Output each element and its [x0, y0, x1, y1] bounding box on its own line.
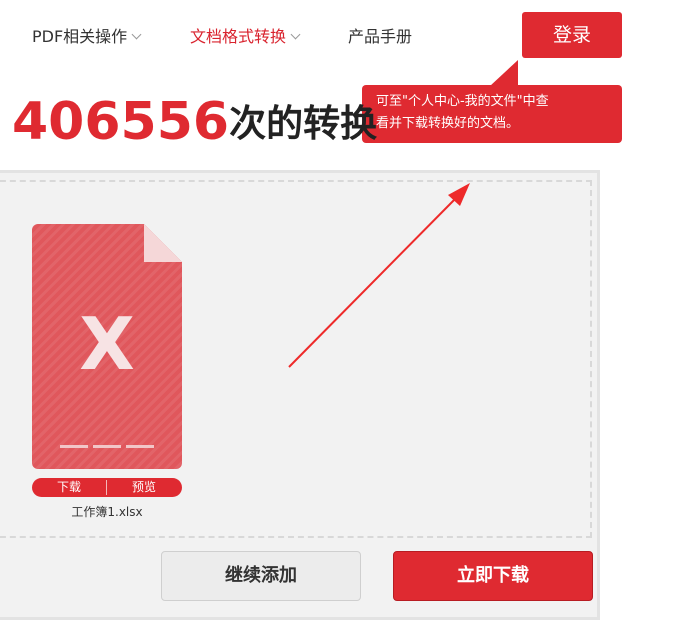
file-name: 工作簿1.xlsx	[71, 505, 143, 519]
nav-item-label: PDF相关操作	[32, 27, 128, 46]
file-dash	[93, 445, 121, 448]
nav-item-label: 产品手册	[348, 27, 413, 46]
conversion-count-suffix: 次的转换	[229, 102, 378, 145]
login-button[interactable]: 登录	[522, 12, 622, 58]
file-download-button[interactable]: 下载	[32, 478, 106, 497]
page-title: 406556次的转换	[12, 92, 377, 164]
chevron-down-icon	[290, 29, 301, 40]
file-corner-fold	[144, 224, 182, 262]
tooltip-line: 可至"个人中心-我的文件"中查	[376, 94, 549, 109]
tooltip-message: 可至"个人中心-我的文件"中查 看并下载转换好的文档。	[362, 85, 622, 143]
conversion-count: 406556	[12, 92, 230, 152]
nav-item-label: 文档格式转换	[190, 27, 287, 46]
file-preview-button[interactable]: 预览	[107, 478, 181, 497]
download-now-button[interactable]: 立即下载	[393, 551, 593, 601]
file-card: X	[32, 224, 182, 469]
nav-item-pdf-operations[interactable]: PDF相关操作	[32, 27, 142, 47]
file-type-letter: X	[79, 302, 135, 386]
continue-add-button[interactable]: 继续添加	[161, 551, 361, 601]
tooltip-pointer	[490, 60, 518, 86]
tooltip-line: 看并下载转换好的文档。	[376, 116, 520, 131]
nav-item-format-conversion[interactable]: 文档格式转换	[190, 27, 301, 47]
file-dash	[60, 445, 88, 448]
chevron-down-icon	[131, 29, 142, 40]
file-dash	[126, 445, 154, 448]
file-actions-bar: 下载 预览	[32, 478, 182, 497]
nav-item-product-manual[interactable]: 产品手册	[348, 27, 412, 47]
